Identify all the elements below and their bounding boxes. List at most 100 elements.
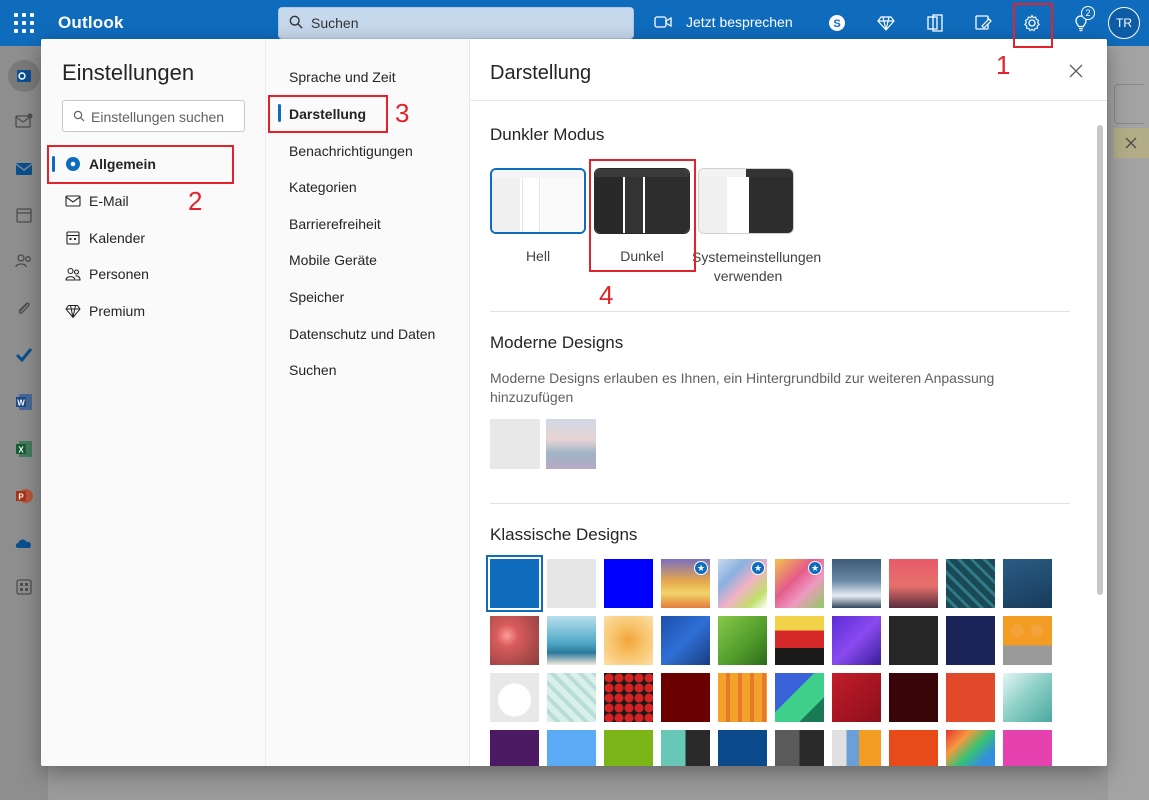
design-swatch[interactable]	[775, 673, 824, 722]
mail-icon	[63, 191, 83, 211]
design-swatch[interactable]	[889, 616, 938, 665]
premium-diamond-icon[interactable]	[875, 12, 897, 34]
design-swatch[interactable]	[604, 616, 653, 665]
design-swatch[interactable]: ★	[718, 559, 767, 608]
theme-label-hell: Hell	[525, 248, 551, 264]
category-personen[interactable]: Personen	[55, 259, 255, 289]
todo-check-icon[interactable]	[13, 344, 35, 366]
design-swatch[interactable]	[1003, 730, 1052, 766]
design-swatch[interactable]	[946, 730, 995, 766]
onedrive-icon[interactable]	[13, 532, 35, 554]
word-icon[interactable]: W	[13, 391, 35, 413]
subcategory-kategorien[interactable]: Kategorien	[289, 179, 357, 195]
subcategory-datenschutz[interactable]: Datenschutz und Daten	[289, 326, 435, 342]
excel-icon[interactable]: X	[13, 438, 35, 460]
diamond-icon	[63, 301, 83, 321]
close-icon[interactable]	[1068, 63, 1084, 79]
app-brand[interactable]: Outlook	[58, 13, 124, 33]
design-swatch[interactable]	[832, 616, 881, 665]
theme-option-hell[interactable]	[490, 168, 586, 234]
svg-text:P: P	[18, 493, 24, 502]
mail-notify-icon[interactable]	[13, 110, 35, 132]
category-kalender[interactable]: Kalender	[55, 223, 255, 253]
design-swatch[interactable]	[490, 730, 539, 766]
more-apps-icon[interactable]	[13, 576, 35, 598]
subcategory-mobile-geraete[interactable]: Mobile Geräte	[289, 252, 377, 268]
powerpoint-icon[interactable]: P	[13, 485, 35, 507]
mail-icon[interactable]	[13, 158, 35, 180]
user-avatar[interactable]: TR	[1108, 7, 1140, 39]
search-icon	[289, 15, 303, 29]
design-swatch[interactable]	[832, 673, 881, 722]
design-swatch[interactable]	[604, 559, 653, 608]
meet-now-button[interactable]: Jetzt besprechen	[654, 11, 793, 33]
app-launcher-icon[interactable]	[14, 13, 34, 33]
design-swatch[interactable]	[889, 559, 938, 608]
settings-subcategories-pane: Sprache und Zeit Darstellung Benachricht…	[265, 39, 469, 766]
design-swatch[interactable]	[547, 730, 596, 766]
settings-title: Einstellungen	[62, 60, 195, 85]
design-swatch[interactable]: ★	[661, 559, 710, 608]
calendar-icon	[63, 228, 83, 248]
design-swatch[interactable]	[490, 616, 539, 665]
design-swatch[interactable]	[661, 616, 710, 665]
search-box[interactable]: Suchen	[278, 7, 634, 39]
skype-icon[interactable]: S	[826, 12, 848, 34]
design-swatch[interactable]	[1003, 673, 1052, 722]
scrollbar[interactable]	[1097, 125, 1103, 595]
design-swatch[interactable]	[1003, 559, 1052, 608]
design-swatch[interactable]	[486, 555, 543, 612]
design-swatch[interactable]	[604, 673, 653, 722]
design-swatch[interactable]	[547, 673, 596, 722]
category-email[interactable]: E-Mail	[55, 186, 255, 216]
design-swatch[interactable]	[547, 616, 596, 665]
design-swatch[interactable]: ★	[775, 559, 824, 608]
design-swatch[interactable]	[490, 673, 539, 722]
design-swatch[interactable]	[832, 730, 881, 766]
design-swatch[interactable]	[718, 616, 767, 665]
pane-title: Darstellung	[490, 62, 592, 84]
notification-badge: 2	[1081, 6, 1095, 20]
search-placeholder: Suchen	[311, 15, 359, 31]
settings-search-input[interactable]: Einstellungen suchen	[62, 100, 245, 132]
category-label: Personen	[89, 266, 149, 282]
outlook-app-icon[interactable]	[8, 60, 40, 92]
design-swatch[interactable]	[946, 673, 995, 722]
theme-option-system[interactable]	[698, 168, 794, 234]
design-swatch[interactable]	[946, 559, 995, 608]
star-icon: ★	[694, 561, 708, 575]
calendar-icon[interactable]	[13, 204, 35, 226]
subcategory-suchen[interactable]: Suchen	[289, 362, 336, 378]
design-swatch[interactable]	[946, 616, 995, 665]
notes-edit-icon[interactable]	[972, 12, 994, 34]
people-icon[interactable]	[13, 250, 35, 272]
people-icon	[63, 264, 83, 284]
dismiss-icon[interactable]	[1124, 136, 1138, 150]
category-label: Kalender	[89, 230, 146, 246]
design-swatch[interactable]	[604, 730, 653, 766]
design-swatch[interactable]	[889, 730, 938, 766]
meet-now-label: Jetzt besprechen	[686, 14, 793, 30]
design-swatch[interactable]	[718, 730, 767, 766]
design-swatch[interactable]	[661, 673, 710, 722]
design-swatch[interactable]	[718, 673, 767, 722]
design-swatch[interactable]	[775, 616, 824, 665]
subcategory-sprache-und-zeit[interactable]: Sprache und Zeit	[289, 69, 396, 85]
modern-design-landscape[interactable]	[546, 419, 596, 469]
subcategory-speicher[interactable]: Speicher	[289, 289, 344, 305]
modern-design-blank[interactable]	[490, 419, 540, 469]
svg-text:W: W	[17, 399, 25, 408]
design-swatch[interactable]	[1003, 616, 1052, 665]
design-swatch[interactable]	[889, 673, 938, 722]
subcategory-barrierefreiheit[interactable]: Barrierefreiheit	[289, 216, 381, 232]
design-swatch[interactable]	[661, 730, 710, 766]
attachment-icon[interactable]	[13, 298, 35, 320]
subcategory-benachrichtigungen[interactable]: Benachrichtigungen	[289, 143, 413, 159]
office-apps-icon[interactable]	[924, 12, 946, 34]
category-premium[interactable]: Premium	[55, 296, 255, 326]
annotation-number: 4	[599, 280, 614, 310]
design-swatch[interactable]	[547, 559, 596, 608]
annotation-box-allgemein	[47, 145, 234, 184]
design-swatch[interactable]	[832, 559, 881, 608]
design-swatch[interactable]	[775, 730, 824, 766]
